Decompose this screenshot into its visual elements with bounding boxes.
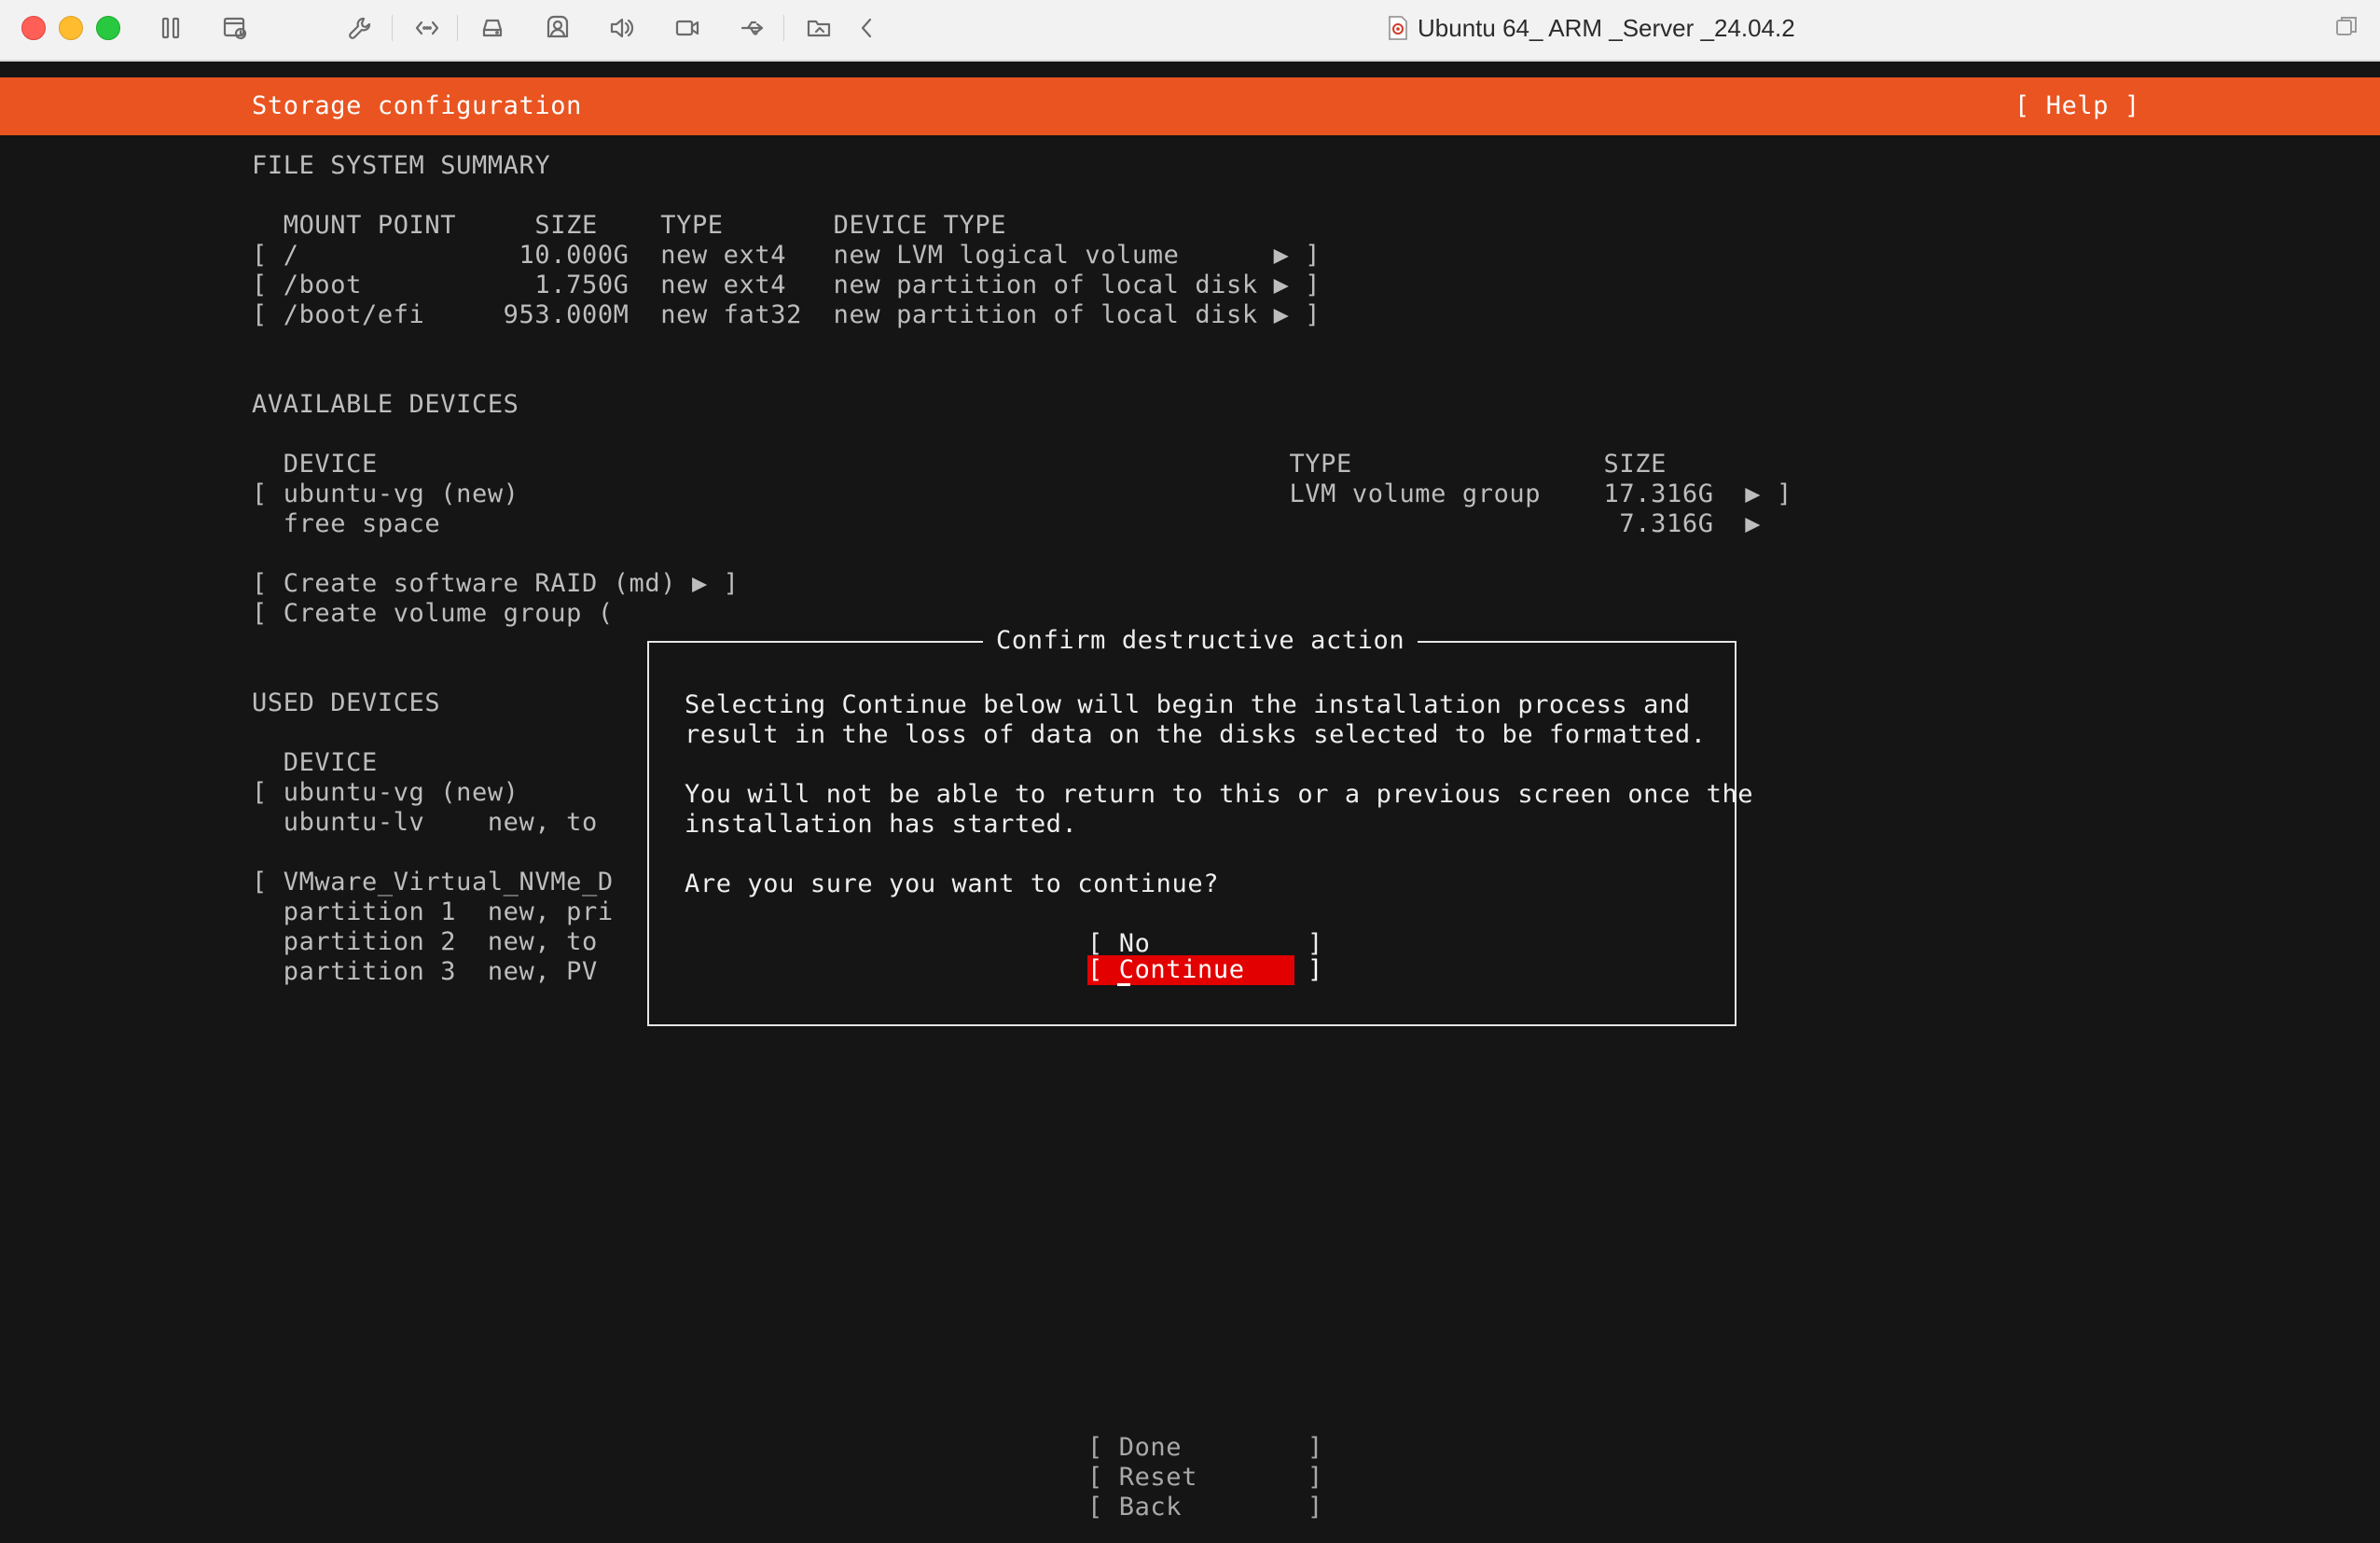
restore-window-icon[interactable]: [2333, 13, 2363, 43]
create-raid-button[interactable]: [ Create software RAID (md) ▶ ]: [252, 569, 740, 599]
dialog-message-line: result in the loss of data on the disks …: [685, 720, 1707, 749]
available-device-row[interactable]: free space 7.316G ▶: [252, 509, 1761, 539]
used-device-row: ubuntu-lv new, to: [252, 808, 598, 837]
vm-document-icon: [1389, 16, 1407, 40]
page-title: Storage configuration: [252, 91, 582, 120]
pause-icon[interactable]: [154, 11, 187, 45]
used-device-row: partition 2 new, to: [252, 927, 598, 956]
done-button[interactable]: [ Done ]: [1087, 1433, 1323, 1463]
dialog-message-line: You will not be able to return to this o…: [685, 780, 1754, 809]
close-window-button[interactable]: [21, 16, 46, 40]
used-devices-columns: DEVICE: [252, 748, 378, 777]
fs-summary-row[interactable]: [ /boot 1.750G new ext4 new partition of…: [252, 271, 1321, 300]
used-device-row[interactable]: [ VMware_Virtual_NVMe_D: [252, 868, 614, 897]
continue-button[interactable]: [ Continue ]: [1087, 955, 1323, 985]
create-volume-group-button[interactable]: [ Create volume group (: [252, 599, 614, 629]
used-device-row: partition 1 new, pri: [252, 897, 614, 926]
settings-wrench-icon[interactable]: [344, 11, 378, 45]
volume-icon[interactable]: [604, 11, 638, 45]
available-devices-columns: DEVICE TYPE SIZE: [252, 450, 1667, 479]
window-title: Ubuntu 64_ ARM _Server _24.04.2: [1418, 13, 1795, 42]
section-heading-available-devices: AVAILABLE DEVICES: [252, 390, 519, 419]
minimize-window-button[interactable]: [59, 16, 83, 40]
disk-drive-icon[interactable]: [476, 11, 509, 45]
fs-summary-row[interactable]: [ /boot/efi 953.000M new fat32 new parti…: [252, 300, 1321, 330]
dialog-message-line: installation has started.: [685, 810, 1078, 839]
section-heading-fs-summary: FILE SYSTEM SUMMARY: [252, 151, 551, 180]
used-device-row: partition 3 new, PV: [252, 957, 598, 986]
dialog-question: Are you sure you want to continue?: [685, 869, 1220, 898]
help-button[interactable]: [ Help ]: [2014, 91, 2140, 121]
installer-terminal: Storage configuration [ Help ] FILE SYST…: [0, 62, 2380, 1543]
snapshot-icon[interactable]: [218, 11, 252, 45]
window-titlebar: Ubuntu 64_ ARM _Server _24.04.2: [0, 0, 2380, 62]
text-cursor: [1117, 983, 1130, 986]
dialog-title: Confirm destructive action: [983, 626, 1418, 656]
window-title-group: Ubuntu 64_ ARM _Server _24.04.2: [1388, 11, 1795, 45]
shared-folder-icon[interactable]: [802, 11, 836, 45]
available-device-row[interactable]: [ ubuntu-vg (new) LVM volume group 17.31…: [252, 480, 1792, 509]
back-chevron-icon[interactable]: [851, 11, 884, 45]
usb-icon[interactable]: [736, 11, 769, 45]
user-profile-icon[interactable]: [541, 11, 574, 45]
fs-summary-columns: MOUNT POINT SIZE TYPE DEVICE TYPE: [252, 211, 1007, 240]
back-button[interactable]: [ Back ]: [1087, 1493, 1323, 1522]
reset-button[interactable]: [ Reset ]: [1087, 1463, 1323, 1493]
dialog-message-line: Selecting Continue below will begin the …: [685, 690, 1691, 719]
camera-icon[interactable]: [671, 11, 704, 45]
code-brackets-icon[interactable]: [410, 11, 444, 45]
used-device-row[interactable]: [ ubuntu-vg (new): [252, 778, 519, 808]
section-heading-used-devices: USED DEVICES: [252, 688, 441, 717]
fs-summary-row[interactable]: [ / 10.000G new ext4 new LVM logical vol…: [252, 241, 1321, 271]
maximize-window-button[interactable]: [96, 16, 120, 40]
